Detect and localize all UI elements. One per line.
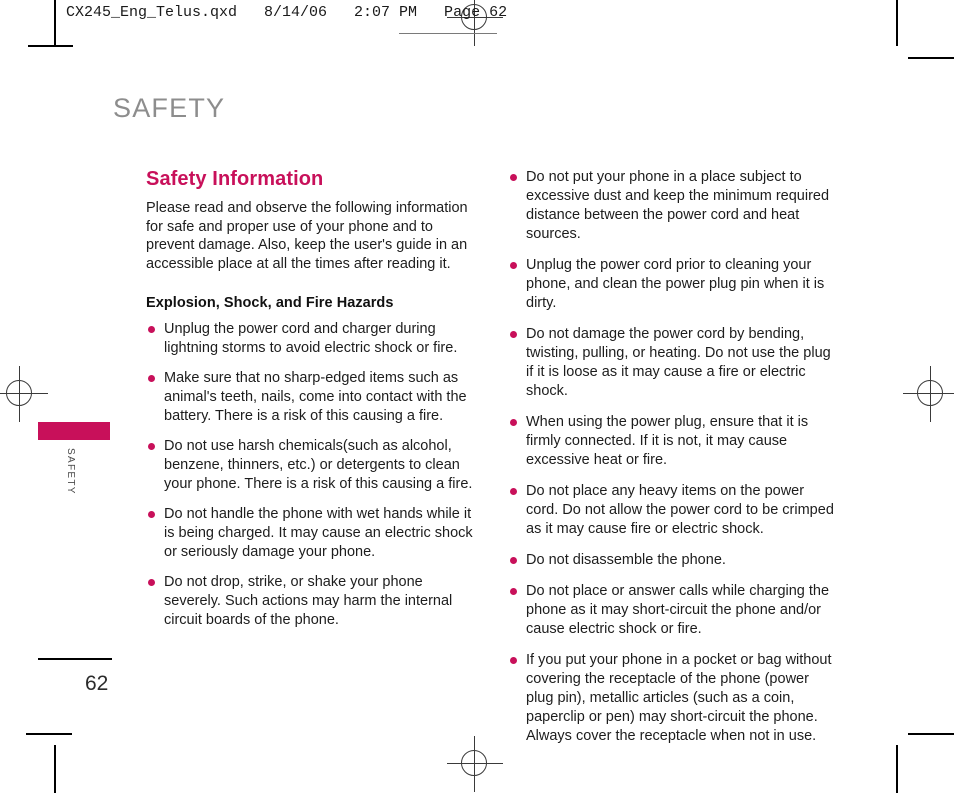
bullet-text: Unplug the power cord prior to cleaning … [526, 257, 825, 311]
bullet-item: Do not use harsh chemicals(such as alcoh… [146, 437, 476, 494]
bullet-dot-icon [148, 511, 155, 518]
bullet-dot-icon [148, 443, 155, 450]
bullet-dot-icon [148, 579, 155, 586]
bullet-text: If you put your phone in a pocket or bag… [526, 652, 832, 744]
bullet-text: Do not place or answer calls while charg… [526, 583, 830, 637]
bullet-text: Do not place any heavy items on the powe… [526, 483, 834, 537]
bullet-item: Unplug the power cord prior to cleaning … [508, 256, 838, 313]
prepress-slug-underline [399, 33, 497, 34]
bullet-dot-icon [510, 174, 517, 181]
side-tab-label: SAFETY [65, 448, 76, 495]
bullet-item: Unplug the power cord and charger during… [146, 320, 476, 358]
document-page: CX245_Eng_Telus.qxd 8/14/06 2:07 PM Page… [0, 0, 954, 793]
running-head: SAFETY [113, 93, 226, 123]
bullet-text: Do not disassemble the phone. [526, 552, 726, 568]
bullet-text: Make sure that no sharp-edged items such… [164, 370, 467, 424]
page-number: 62 [85, 672, 109, 695]
crop-mark-bottom-left-horizontal [26, 733, 72, 735]
left-column: Safety Information Please read and obser… [146, 168, 476, 630]
bullet-dot-icon [510, 419, 517, 426]
left-bullet-list: Unplug the power cord and charger during… [146, 320, 476, 630]
bullet-dot-icon [510, 557, 517, 564]
bullet-text: Do not handle the phone with wet hands w… [164, 506, 473, 560]
bullet-text: Do not damage the power cord by bending,… [526, 326, 831, 399]
bullet-dot-icon [510, 331, 517, 338]
intro-paragraph: Please read and observe the following in… [146, 200, 468, 272]
registration-mark-left [0, 366, 48, 422]
bullet-text: Do not drop, strike, or shake your phone… [164, 574, 453, 628]
crop-mark-top-left-vertical [54, 0, 56, 46]
registration-mark-right [903, 366, 954, 422]
bullet-item: Do not place or answer calls while charg… [508, 582, 838, 639]
bullet-text: Unplug the power cord and charger during… [164, 321, 458, 356]
subsection-title: Explosion, Shock, and Fire Hazards [146, 295, 394, 311]
bullet-dot-icon [510, 262, 517, 269]
crop-mark-top-right-horizontal [908, 57, 954, 59]
bullet-item: Do not disassemble the phone. [508, 551, 838, 570]
bullet-item: Do not put your phone in a place subject… [508, 168, 838, 244]
right-column: Do not put your phone in a place subject… [508, 168, 838, 758]
bullet-dot-icon [148, 375, 155, 382]
right-bullet-list: Do not put your phone in a place subject… [508, 168, 838, 746]
crop-mark-bottom-right-horizontal [908, 733, 954, 735]
crop-mark-top-right-vertical [896, 0, 898, 46]
crop-mark-top-left-horizontal [28, 45, 73, 47]
section-title: Safety Information [146, 168, 324, 190]
crop-mark-bottom-right-vertical [896, 745, 898, 793]
bullet-text: Do not put your phone in a place subject… [526, 169, 830, 242]
bullet-item: Do not damage the power cord by bending,… [508, 325, 838, 401]
prepress-file-slug: CX245_Eng_Telus.qxd 8/14/06 2:07 PM Page… [66, 4, 508, 21]
folio-rule [38, 658, 112, 660]
bullet-text: Do not use harsh chemicals(such as alcoh… [164, 438, 473, 492]
bullet-item: Do not drop, strike, or shake your phone… [146, 573, 476, 630]
bullet-dot-icon [510, 488, 517, 495]
bullet-item: Make sure that no sharp-edged items such… [146, 369, 476, 426]
bullet-dot-icon [148, 326, 155, 333]
bullet-item: If you put your phone in a pocket or bag… [508, 651, 838, 746]
bullet-item: Do not handle the phone with wet hands w… [146, 505, 476, 562]
registration-mark-bottom [447, 736, 503, 792]
bullet-dot-icon [510, 657, 517, 664]
bullet-dot-icon [510, 588, 517, 595]
bullet-text: When using the power plug, ensure that i… [526, 414, 809, 468]
bullet-item: Do not place any heavy items on the powe… [508, 482, 838, 539]
side-tab-marker [38, 422, 110, 440]
bullet-item: When using the power plug, ensure that i… [508, 413, 838, 470]
crop-mark-bottom-left-vertical [54, 745, 56, 793]
